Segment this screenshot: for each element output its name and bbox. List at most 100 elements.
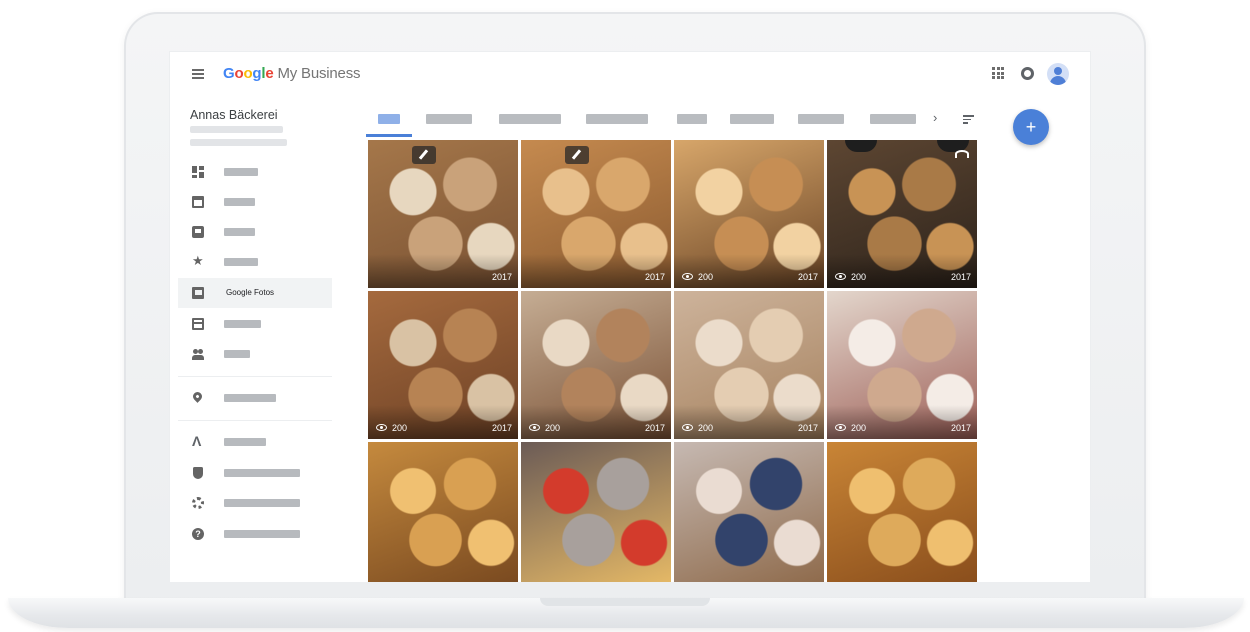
storefront-icon — [192, 196, 204, 208]
sidebar-item-reviews[interactable]: ★ — [178, 247, 332, 277]
apps-grid-icon[interactable] — [992, 67, 1004, 79]
add-photo-button[interactable]: + — [1013, 109, 1049, 145]
photo-image — [827, 442, 977, 582]
photo-image — [368, 442, 518, 582]
photo-tile[interactable]: 2017 — [368, 140, 518, 288]
users-icon — [192, 348, 204, 360]
photo-caption-shade — [674, 254, 824, 288]
photo-year: 2017 — [797, 272, 818, 282]
tab-4[interactable] — [586, 114, 648, 124]
photo-caption-shade — [521, 405, 671, 439]
photo-view-count: 200 — [851, 272, 867, 282]
sidebar-item-settings[interactable] — [178, 488, 332, 518]
photo-tile[interactable]: 200 2017 — [827, 140, 977, 288]
sort-icon[interactable] — [963, 115, 974, 124]
sidebar-label-placeholder — [224, 228, 255, 236]
business-name: Annas Bäckerei — [190, 108, 278, 122]
photo-caption-shade — [521, 254, 671, 288]
sidebar-label-placeholder — [224, 469, 300, 477]
photo-tile[interactable] — [827, 442, 977, 582]
photo-tile[interactable] — [368, 442, 518, 582]
google-ads-icon: Λ — [192, 433, 202, 449]
sidebar-item-add-location[interactable] — [178, 383, 332, 413]
eye-icon — [682, 273, 693, 280]
eye-icon — [682, 424, 693, 431]
sidebar-divider — [178, 376, 332, 377]
photo-tile[interactable]: 200 2017 — [674, 140, 824, 288]
business-address-placeholder — [190, 126, 283, 133]
account-avatar-icon[interactable] — [1047, 63, 1069, 85]
photo-year: 2017 — [644, 423, 665, 433]
edit-pencil-icon[interactable] — [565, 146, 589, 164]
photo-year: 2017 — [491, 423, 512, 433]
sidebar-item-label: Google Fotos — [226, 288, 275, 297]
laptop-notch — [540, 598, 710, 606]
sidebar-label-placeholder — [224, 438, 266, 446]
rotate-icon[interactable] — [955, 150, 969, 158]
menu-icon[interactable] — [192, 69, 204, 79]
photo-tile[interactable]: 200 2017 — [827, 291, 977, 439]
photo-year: 2017 — [950, 272, 971, 282]
tab-5[interactable] — [677, 114, 707, 124]
photo-caption-shade — [674, 405, 824, 439]
star-icon: ★ — [192, 253, 204, 268]
wordmark-letter: e — [265, 65, 274, 82]
photo-caption-shade — [368, 254, 518, 288]
sidebar-label-placeholder — [224, 530, 300, 538]
photo-view-count: 200 — [698, 423, 714, 433]
photo-view-count: 200 — [545, 423, 561, 433]
photo-tile[interactable]: 200 2017 — [368, 291, 518, 439]
eye-icon — [376, 424, 387, 431]
photo-year: 2017 — [797, 423, 818, 433]
tab-3[interactable] — [499, 114, 561, 124]
sidebar-item-ads[interactable]: Λ — [178, 427, 332, 457]
sidebar-item-help[interactable]: ? — [178, 519, 332, 549]
sidebar-item-photos[interactable]: Google Fotos — [178, 278, 332, 308]
sidebar-item-account[interactable] — [178, 458, 332, 488]
sidebar-item-users[interactable] — [178, 339, 332, 369]
active-tab-indicator — [366, 134, 412, 137]
sidebar-label-placeholder — [224, 168, 258, 176]
photo-tile[interactable]: 2017 — [521, 140, 671, 288]
gear-icon — [192, 497, 204, 509]
sidebar-item-info[interactable] — [178, 187, 332, 217]
photo-tile[interactable] — [521, 442, 671, 582]
notifications-icon[interactable] — [1021, 67, 1034, 80]
photo-tile[interactable]: 200 2017 — [521, 291, 671, 439]
photo-image — [521, 442, 671, 582]
edit-pencil-icon[interactable] — [412, 146, 436, 164]
sidebar-item-dashboard[interactable] — [178, 157, 332, 187]
insights-icon — [192, 318, 204, 330]
sidebar-label-placeholder — [224, 258, 258, 266]
dashboard-icon — [192, 166, 204, 178]
eye-icon — [835, 273, 846, 280]
tabs-next-chevron-icon[interactable]: › — [933, 110, 937, 125]
sidebar-label-placeholder — [224, 198, 255, 206]
tab-2[interactable] — [426, 114, 472, 124]
tab-6[interactable] — [730, 114, 774, 124]
tab-8[interactable] — [870, 114, 916, 124]
photo-tile[interactable]: 200 2017 — [674, 291, 824, 439]
eye-icon — [835, 424, 846, 431]
sidebar-label-placeholder — [224, 350, 250, 358]
product-name: My Business — [273, 65, 361, 82]
shield-icon — [193, 467, 203, 479]
google-wordmark: Google — [223, 65, 274, 82]
wordmark-letter: G — [223, 65, 235, 82]
photo-tile[interactable] — [674, 442, 824, 582]
tab-all[interactable] — [378, 114, 400, 124]
photo-year: 2017 — [950, 423, 971, 433]
sidebar-item-insights[interactable] — [178, 309, 332, 339]
sidebar-item-posts[interactable] — [178, 217, 332, 247]
photo-view-count: 200 — [392, 423, 408, 433]
eye-icon — [529, 424, 540, 431]
product-logo[interactable]: Google My Business — [223, 65, 360, 82]
top-app-bar: Google My Business — [170, 52, 1090, 96]
photo-view-count: 200 — [851, 423, 867, 433]
posts-icon — [192, 226, 204, 238]
photo-year: 2017 — [491, 272, 512, 282]
tab-7[interactable] — [798, 114, 844, 124]
sidebar-label-placeholder — [224, 499, 300, 507]
photo-year: 2017 — [644, 272, 665, 282]
sidebar-label-placeholder — [224, 394, 276, 402]
